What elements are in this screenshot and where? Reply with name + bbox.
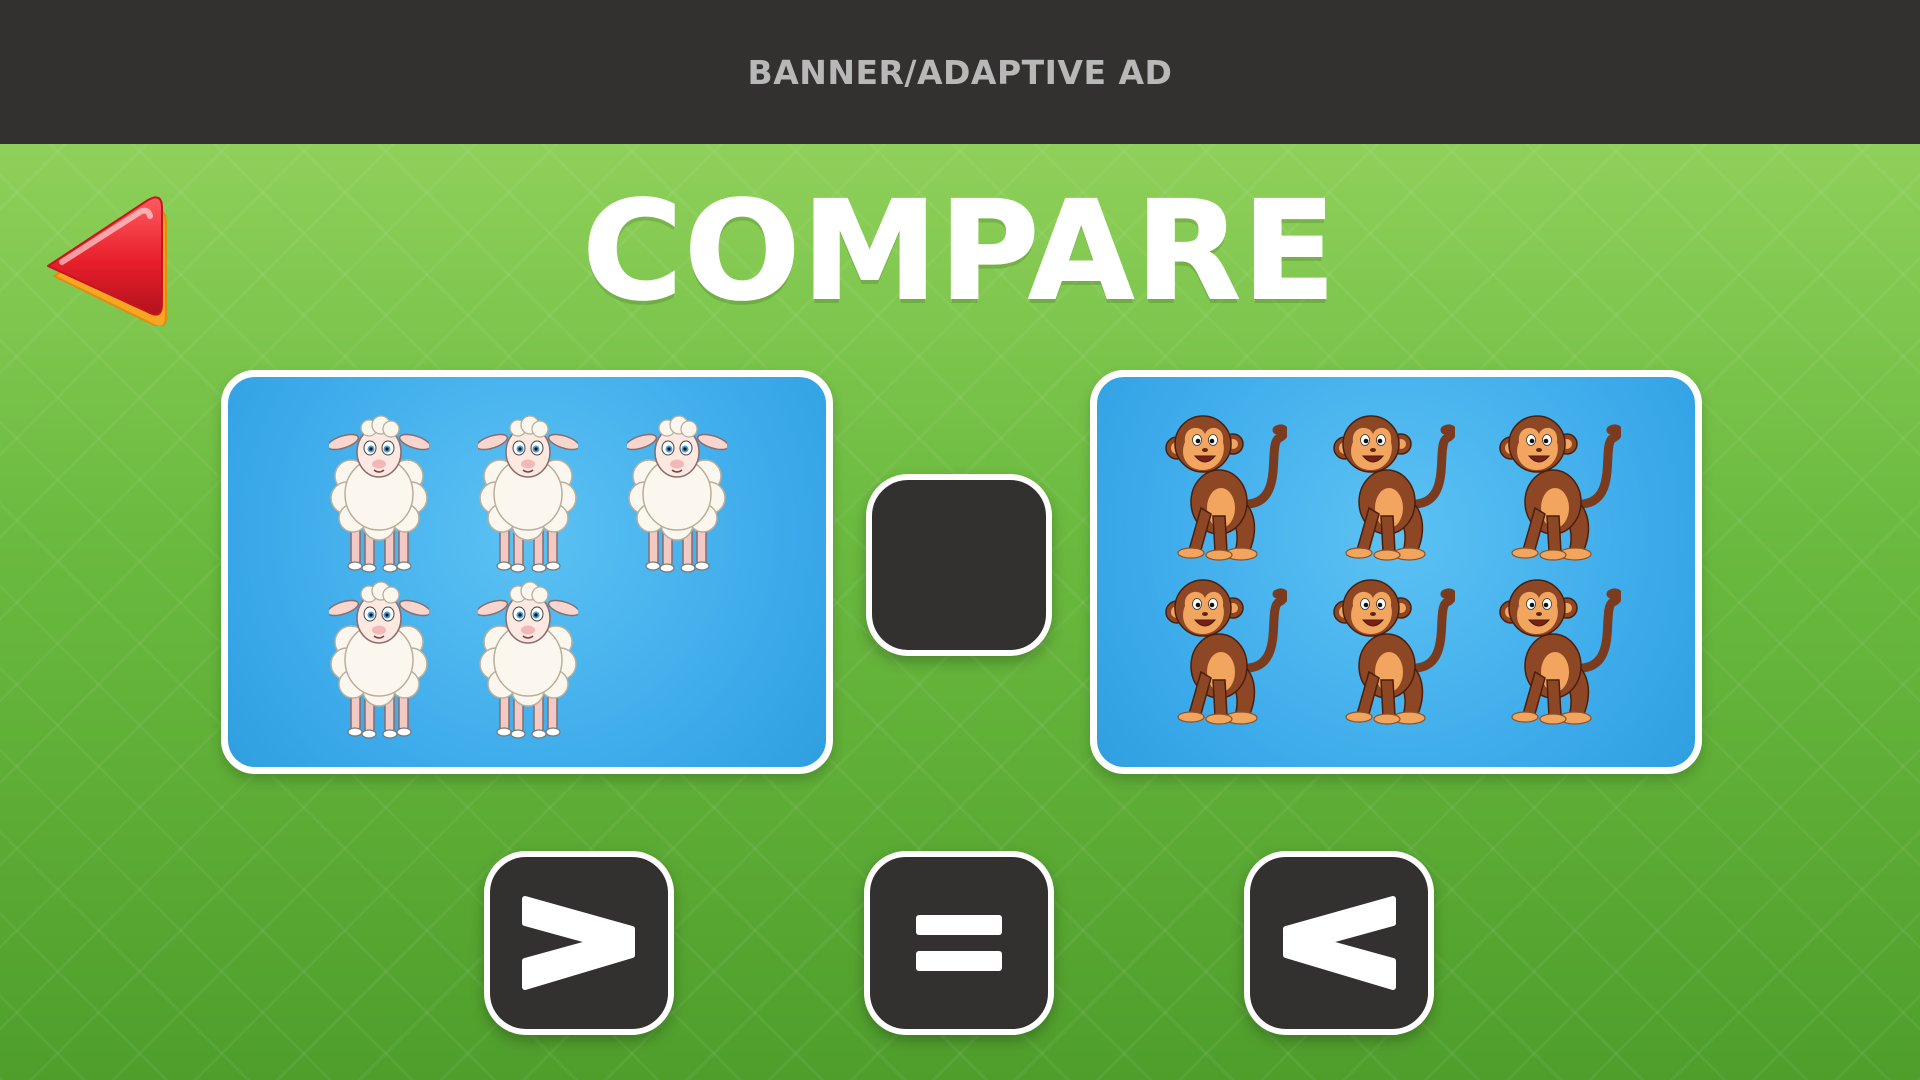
greater-than-icon bbox=[522, 896, 635, 990]
monkey-1 bbox=[1157, 404, 1287, 564]
sheep-4 bbox=[329, 580, 429, 740]
ad-banner[interactable]: BANNER/ADAPTIVE AD bbox=[0, 0, 1920, 144]
sheep-5 bbox=[478, 580, 578, 740]
sheep-1 bbox=[329, 414, 429, 574]
less-than-button[interactable] bbox=[1244, 851, 1434, 1035]
left-comparison-panel bbox=[221, 370, 833, 774]
monkey-2 bbox=[1325, 404, 1455, 564]
page-title: COMPARE bbox=[582, 173, 1338, 331]
monkey-6 bbox=[1491, 568, 1621, 728]
sheep-3 bbox=[627, 414, 727, 574]
monkey-5 bbox=[1325, 568, 1455, 728]
ad-banner-label: BANNER/ADAPTIVE AD bbox=[747, 52, 1173, 92]
right-comparison-panel bbox=[1090, 370, 1702, 774]
greater-than-button[interactable] bbox=[484, 851, 674, 1035]
game-area: COMPARE bbox=[0, 144, 1920, 1080]
less-than-icon bbox=[1283, 896, 1396, 990]
equals-button[interactable] bbox=[864, 851, 1054, 1035]
sheep-2 bbox=[478, 414, 578, 574]
answer-slot[interactable] bbox=[866, 474, 1052, 656]
equals-icon bbox=[916, 915, 1002, 971]
monkey-3 bbox=[1491, 404, 1621, 564]
monkey-4 bbox=[1157, 568, 1287, 728]
